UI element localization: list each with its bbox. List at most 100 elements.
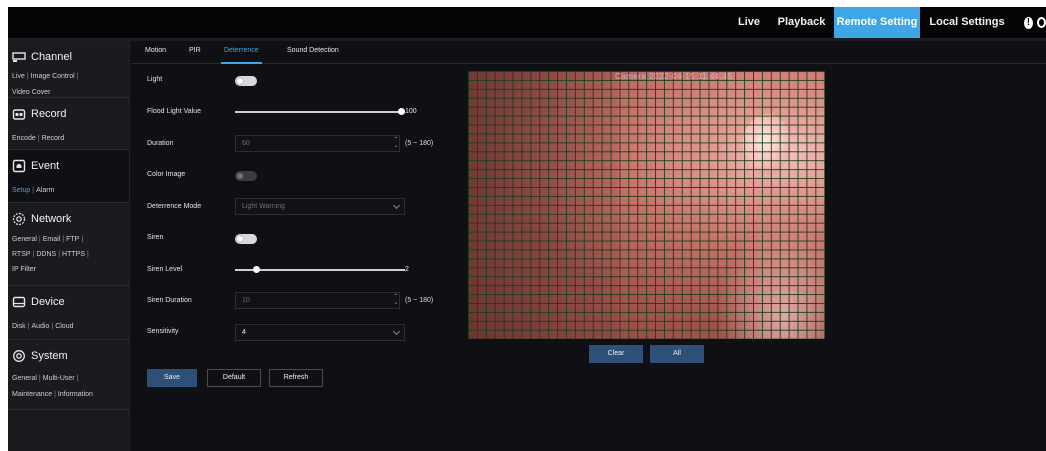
sidebar-section-network: Network General | Email | FTP | RTSP | DDNS | HTT… xyxy=(8,203,129,286)
color-image-toggle[interactable] xyxy=(235,171,257,181)
save-button[interactable]: Save xyxy=(147,369,197,387)
siren-level-slider[interactable] xyxy=(235,266,405,273)
flood-light-value: 100 xyxy=(405,108,417,115)
default-button[interactable]: Default xyxy=(207,369,261,387)
tab-deterrence[interactable]: Deterrence xyxy=(221,41,262,64)
sidebar-item-https[interactable]: HTTPS xyxy=(62,251,85,258)
sensitivity-select[interactable]: 4 xyxy=(235,324,405,341)
sidebar-item-disk[interactable]: Disk xyxy=(12,323,26,330)
duration-spinner[interactable]: ⌃ ⌄ xyxy=(392,137,400,149)
light-toggle[interactable] xyxy=(235,76,257,86)
chevron-down-icon xyxy=(392,327,401,336)
sidebar-item-ddns[interactable]: DDNS xyxy=(36,251,56,258)
sidebar-title-network-label: Network xyxy=(31,213,72,225)
sidebar-links-record: Encode | Record xyxy=(12,131,125,147)
link-separator: | xyxy=(27,323,30,330)
sidebar-section-event: Event Setup | Alarm xyxy=(8,150,129,203)
siren-duration-spinner[interactable]: ⌃ ⌄ xyxy=(392,294,400,306)
link-separator: | xyxy=(54,391,56,398)
nav-remote-setting[interactable]: Remote Setting xyxy=(834,7,920,38)
link-separator: | xyxy=(32,187,35,194)
clear-button[interactable]: Clear xyxy=(589,345,643,363)
sidebar-title-record[interactable]: Record xyxy=(12,104,125,124)
sidebar-title-channel[interactable]: Channel xyxy=(12,47,125,67)
sidebar-item-live[interactable]: Live xyxy=(12,73,25,80)
sidebar-item-multi-user[interactable]: Multi-User xyxy=(43,375,75,382)
event-tabs: Motion PIR Deterrence Sound Detection xyxy=(131,41,1046,64)
siren-label: Siren xyxy=(147,234,164,241)
sidebar-title-network[interactable]: Network xyxy=(12,209,125,229)
siren-duration-range-hint: (5 ~ 180) xyxy=(405,297,434,304)
channel-icon xyxy=(12,50,26,64)
link-separator: | xyxy=(58,251,61,258)
deterrence-mode-label: Deterrence Mode xyxy=(147,203,202,210)
spin-down-icon[interactable]: ⌄ xyxy=(393,300,398,306)
sidebar-item-image-control[interactable]: Image Control xyxy=(31,73,75,80)
siren-level-slider-thumb[interactable] xyxy=(253,266,261,273)
gear-icon xyxy=(12,349,26,363)
sidebar-section-system: System General | Multi-User | Maintenance | I… xyxy=(8,340,129,410)
video-osd-timestamp: Camera 2022-04-15 11:44:45 xyxy=(615,72,733,81)
sidebar-item-setup[interactable]: Setup xyxy=(12,187,30,194)
deterrence-mode-value: Light Warning xyxy=(242,203,285,210)
sidebar-item-ftp[interactable]: FTP xyxy=(66,236,79,243)
refresh-button[interactable]: Refresh xyxy=(269,369,323,387)
sidebar-title-device[interactable]: Device xyxy=(12,292,125,312)
detection-area-grid[interactable] xyxy=(468,71,825,339)
link-separator: | xyxy=(76,375,79,382)
sidebar-links-event: Setup | Alarm xyxy=(12,183,125,199)
sidebar-item-maintenance[interactable]: Maintenance xyxy=(12,391,52,398)
sidebar-item-alarm[interactable]: Alarm xyxy=(36,187,54,194)
siren-duration-input[interactable]: 10 xyxy=(235,292,400,309)
sidebar-title-system[interactable]: System xyxy=(12,346,125,366)
sidebar-item-ip-filter[interactable]: IP Filter xyxy=(12,266,36,273)
sidebar-section-record: Record Encode | Record xyxy=(8,98,129,150)
sidebar-item-audio[interactable]: Audio xyxy=(31,323,49,330)
siren-duration-label: Siren Duration xyxy=(147,297,192,304)
video-preview-grid[interactable]: Camera 2022-04-15 11:44:45 xyxy=(468,71,825,339)
app-window: Live Playback Remote Setting Local Setti… xyxy=(8,7,1046,451)
link-separator: | xyxy=(81,236,84,243)
color-image-label: Color Image xyxy=(147,171,186,178)
sidebar-section-channel: Channel Live | Image Control | Video Cover xyxy=(8,41,129,98)
sensitivity-label: Sensitivity xyxy=(147,328,179,335)
duration-label: Duration xyxy=(147,140,174,147)
deterrence-mode-select[interactable]: Light Warning xyxy=(235,198,405,215)
sidebar-title-system-label: System xyxy=(31,350,68,362)
sidebar-item-email[interactable]: Email xyxy=(43,236,61,243)
power-icon[interactable] xyxy=(1036,17,1046,28)
link-separator: | xyxy=(87,251,89,258)
all-button[interactable]: All xyxy=(650,345,704,363)
sidebar-section-device: Device Disk | Audio | Cloud xyxy=(8,286,129,340)
device-icon xyxy=(12,295,26,309)
sidebar-item-system-general[interactable]: General xyxy=(12,375,37,382)
sidebar-item-general[interactable]: General xyxy=(12,236,37,243)
tab-pir[interactable]: PIR xyxy=(189,41,201,64)
flood-light-slider-thumb[interactable] xyxy=(398,108,405,115)
info-icon[interactable]: ! xyxy=(1024,16,1033,29)
sidebar-item-rtsp[interactable]: RTSP xyxy=(12,251,31,258)
nav-playback[interactable]: Playback xyxy=(773,7,830,38)
siren-toggle[interactable] xyxy=(235,234,257,244)
network-icon xyxy=(12,212,26,226)
sidebar-item-record[interactable]: Record xyxy=(42,135,65,142)
spin-down-icon[interactable]: ⌄ xyxy=(393,143,398,149)
sidebar-item-information[interactable]: Information xyxy=(58,391,93,398)
sidebar-links-device: Disk | Audio | Cloud xyxy=(12,319,125,335)
sidebar-item-cloud[interactable]: Cloud xyxy=(55,323,73,330)
chevron-down-icon xyxy=(392,201,401,210)
flood-light-value-label: Flood Light Value xyxy=(147,108,201,115)
nav-local-settings[interactable]: Local Settings xyxy=(922,7,1012,38)
link-separator: | xyxy=(62,236,65,243)
tab-motion[interactable]: Motion xyxy=(145,41,166,64)
link-separator: | xyxy=(37,135,40,142)
flood-light-slider[interactable] xyxy=(235,108,405,115)
sidebar-item-encode[interactable]: Encode xyxy=(12,135,36,142)
sidebar-item-video-cover[interactable]: Video Cover xyxy=(12,89,50,96)
sidebar: Channel Live | Image Control | Video Cover … xyxy=(8,41,130,451)
tab-sound-detection[interactable]: Sound Detection xyxy=(287,41,339,64)
duration-input[interactable]: 60 xyxy=(235,135,400,152)
sidebar-title-event[interactable]: Event xyxy=(12,156,125,176)
nav-live[interactable]: Live xyxy=(728,7,770,38)
top-navigation: Live Playback Remote Setting Local Setti… xyxy=(728,7,1046,38)
